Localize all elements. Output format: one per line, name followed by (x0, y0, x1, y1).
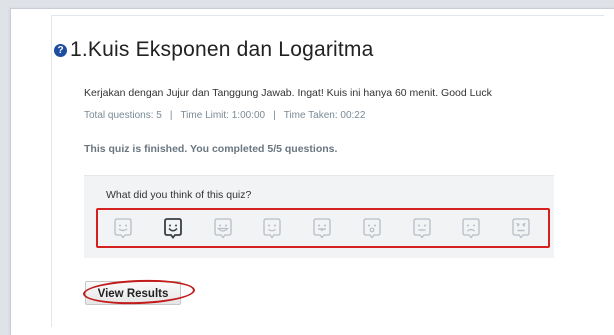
face-neutral-icon[interactable] (409, 215, 435, 241)
feedback-prompt: What did you think of this quiz? (106, 189, 252, 201)
view-results-wrapper: View Results (82, 278, 196, 308)
face-surprised-icon[interactable] (359, 215, 385, 241)
face-sad-icon[interactable] (458, 215, 484, 241)
view-results-button[interactable]: View Results (85, 281, 181, 305)
time-taken: Time Taken: 00:22 (283, 110, 366, 121)
face-tongue-icon[interactable] (309, 215, 335, 241)
quiz-meta: Total questions: 5 | Time Limit: 1:00:00 | T… (84, 110, 365, 121)
total-questions: Total questions: 5 (84, 110, 162, 121)
quiz-description: Kerjakan dengan Jujur dan Tanggung Jawab… (84, 87, 492, 99)
meta-separator: | (273, 110, 276, 121)
question-icon: ? (54, 43, 67, 57)
face-grin-icon[interactable] (210, 215, 236, 241)
face-wink-icon[interactable] (259, 215, 285, 241)
face-happy-icon[interactable] (110, 215, 136, 241)
face-angry-icon[interactable] (508, 215, 534, 241)
meta-separator: | (169, 110, 173, 121)
quiz-title: 1.Kuis Eksponen dan Logaritma (70, 38, 374, 61)
time-limit: Time Limit: 1:00:00 (180, 110, 266, 121)
face-smile-icon[interactable] (160, 215, 186, 241)
rating-faces (96, 208, 550, 248)
quiz-status: This quiz is finished. You completed 5/5… (84, 143, 338, 155)
feedback-section: What did you think of this quiz? (84, 175, 554, 258)
quiz-header: ? 1.Kuis Eksponen dan Logaritma (54, 36, 374, 64)
